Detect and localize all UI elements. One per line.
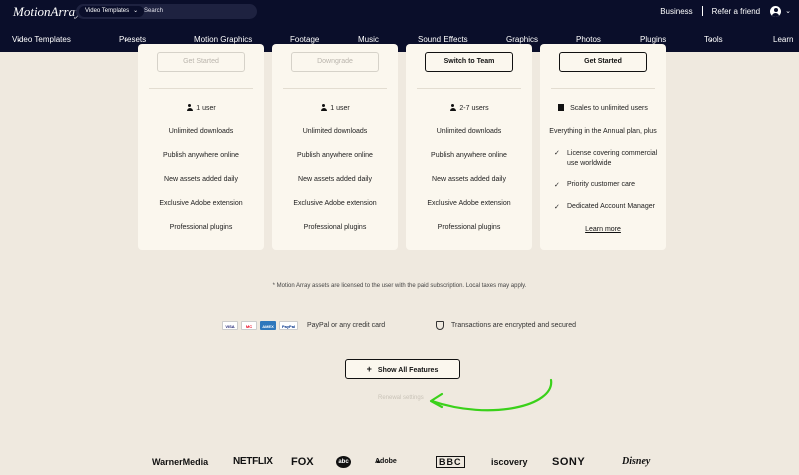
motionarray-logo[interactable]: MotionArray — [13, 4, 81, 20]
feature-item: Exclusive Adobe extension — [159, 200, 243, 207]
feature-item: Professional plugins — [169, 224, 233, 231]
plan-card-enterprise: Get Started Scales to unlimited users Ev… — [540, 44, 666, 250]
shield-check-icon — [436, 320, 444, 330]
bbc-logo: BBC — [436, 456, 465, 468]
feature-item: New assets added daily — [164, 176, 238, 183]
feature-item: Exclusive Adobe extension — [293, 200, 377, 207]
chevron-down-icon: ⌄ — [123, 36, 129, 43]
license-note: * Motion Array assets are licensed to th… — [272, 283, 527, 289]
users-row: Scales to unlimited users — [540, 104, 666, 112]
annotation-arrow-icon — [429, 378, 553, 412]
feature-item: Professional plugins — [303, 224, 367, 231]
warnermedia-logo: WarnerMedia — [152, 457, 209, 467]
divider — [551, 88, 655, 89]
adobe-label: Adobe — [375, 458, 397, 465]
plan-card: Get Started 1 user Unlimited downloads P… — [138, 44, 264, 250]
top-bar: MotionArray Video Templates ⌄ Search Busi… — [0, 0, 799, 52]
feature-label: License covering commercial use worldwid… — [567, 150, 658, 167]
secure-text: Transactions are encrypted and secured — [451, 321, 577, 329]
visa-icon: VISA — [222, 320, 238, 330]
netflix-logo: NETFLIX — [233, 456, 273, 467]
plus-icon: + — [366, 364, 372, 374]
amex-icon: AMEX — [260, 320, 276, 330]
refer-friend-link[interactable]: Refer a friend — [712, 7, 760, 16]
switch-to-team-button[interactable]: Switch to Team — [425, 52, 513, 72]
discovery-logo: iscovery — [491, 457, 528, 467]
users-label: 1 user — [330, 105, 350, 112]
mastercard-icon: MC — [241, 320, 257, 330]
feature-label: Dedicated Account Manager — [567, 203, 655, 210]
disney-logo: Disney — [622, 456, 651, 467]
feature-item: Publish anywhere online — [163, 152, 239, 159]
divider — [149, 88, 253, 89]
plan-intro: Everything in the Annual plan, plus — [549, 128, 657, 135]
feature-label: Priority customer care — [567, 181, 636, 188]
divider — [283, 88, 387, 89]
feature-item: Exclusive Adobe extension — [427, 200, 511, 207]
downgrade-button[interactable]: Downgrade — [291, 52, 379, 72]
main-nav: Video Templates ⌄ Presets ⌄ Motion Graphic… — [0, 32, 799, 48]
feature-item: Unlimited downloads — [436, 128, 502, 135]
users-row: 2-7 users — [406, 104, 532, 112]
feature-item: Publish anywhere online — [431, 152, 507, 159]
separator — [701, 6, 703, 16]
business-link[interactable]: Business — [660, 7, 692, 16]
users-label: 2-7 users — [459, 105, 489, 112]
search-category-label: Video Templates — [85, 8, 130, 14]
paypal-icon: PayPal — [279, 320, 298, 330]
users-group-icon — [449, 104, 456, 111]
user-icon — [186, 104, 193, 111]
search-input[interactable]: Search — [144, 4, 163, 19]
users-row: 1 user — [272, 104, 398, 112]
top-links: Business Refer a friend ⌄ — [660, 0, 799, 22]
chevron-down-icon: ⌄ — [133, 8, 139, 14]
abc-logo: abc — [336, 456, 351, 468]
payment-methods: VISA MC AMEX PayPal PayPal or any credit… — [222, 320, 385, 330]
chevron-down-icon: ⌄ — [16, 36, 22, 43]
learn-more-link[interactable]: Learn more — [540, 226, 666, 233]
payment-text: PayPal or any credit card — [307, 321, 386, 329]
users-row: 1 user — [138, 104, 264, 112]
feature-item: Unlimited downloads — [302, 128, 368, 135]
sony-logo: SONY — [552, 456, 586, 468]
feature-item: Unlimited downloads — [168, 128, 234, 135]
nav-item-learn[interactable]: Learn — [773, 32, 793, 48]
user-avatar-icon[interactable] — [770, 5, 782, 17]
feature-item: ✓ License covering commercial use worldwi… — [554, 149, 659, 169]
fox-logo: FOX — [291, 456, 314, 468]
chevron-down-icon[interactable]: ⌄ — [785, 7, 791, 15]
renewal-settings-link[interactable]: Renewal settings — [378, 395, 424, 401]
search-bar[interactable]: Video Templates ⌄ Search — [76, 4, 257, 19]
users-label: 1 user — [196, 105, 216, 112]
client-logos: WarnerMedia NETFLIX FOX abc ▲ Adobe BBC … — [0, 456, 799, 468]
plan-card: Switch to Team 2-7 users Unlimited downl… — [406, 44, 532, 250]
feature-item: ✓ Priority customer care — [554, 181, 659, 189]
building-icon — [558, 104, 565, 111]
check-icon: ✓ — [554, 150, 560, 157]
secure-info: Transactions are encrypted and secured — [436, 320, 576, 330]
get-started-button[interactable]: Get Started — [559, 52, 647, 72]
user-icon — [320, 104, 327, 111]
feature-item: Publish anywhere online — [297, 152, 373, 159]
divider — [417, 88, 521, 89]
feature-item: Professional plugins — [437, 224, 501, 231]
users-label: Scales to unlimited users — [570, 105, 648, 112]
get-started-button[interactable]: Get Started — [157, 52, 245, 72]
plan-card: Downgrade 1 user Unlimited downloads Pub… — [272, 44, 398, 250]
feature-item: ✓ Dedicated Account Manager — [554, 203, 659, 211]
check-icon: ✓ — [554, 204, 560, 211]
chevron-down-icon: ⌄ — [708, 36, 714, 43]
feature-item: New assets added daily — [432, 176, 506, 183]
feature-item: New assets added daily — [298, 176, 372, 183]
check-icon: ✓ — [554, 182, 560, 189]
search-category-dropdown[interactable]: Video Templates ⌄ — [79, 6, 145, 17]
show-all-label: Show All Features — [377, 367, 439, 374]
